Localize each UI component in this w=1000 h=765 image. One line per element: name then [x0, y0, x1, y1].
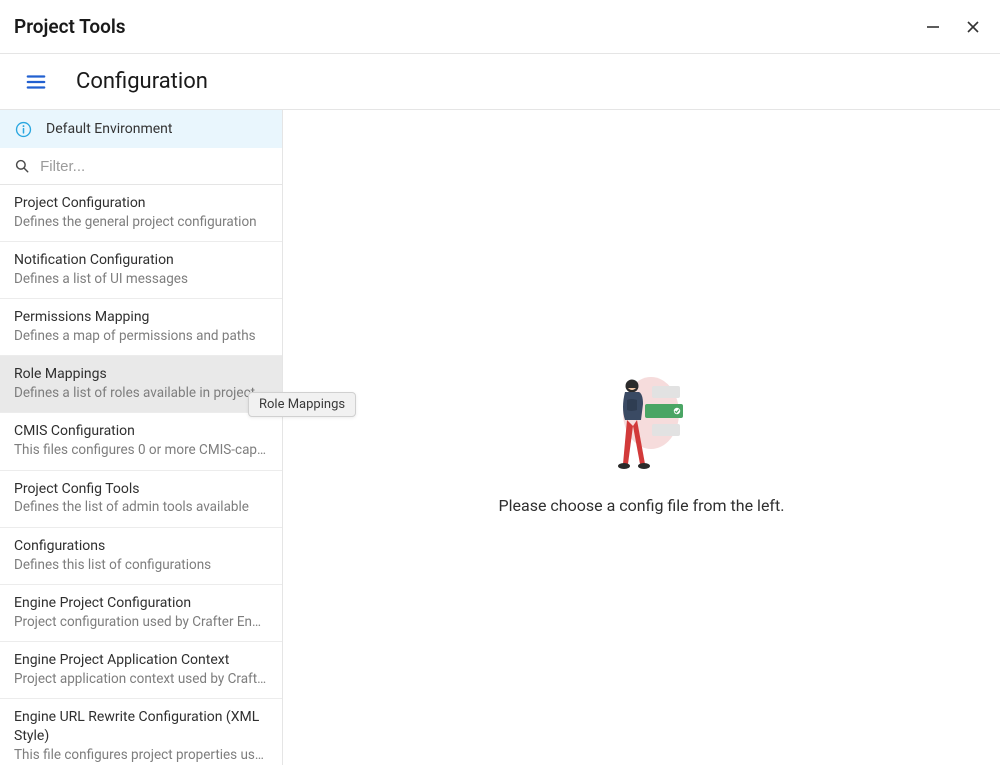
main-panel: Please choose a config file from the lef… [283, 110, 1000, 765]
config-item-desc: Defines a list of roles available in pro… [14, 384, 268, 402]
config-item-title: Configurations [14, 537, 268, 556]
minimize-button[interactable] [924, 18, 942, 36]
window-controls [924, 18, 982, 36]
menu-icon[interactable] [24, 70, 48, 94]
config-item-engine-project-application-context[interactable]: Engine Project Application Context Proje… [0, 642, 282, 699]
config-item-title: Notification Configuration [14, 251, 268, 270]
empty-state-text: Please choose a config file from the lef… [499, 496, 785, 515]
config-item-desc: Defines this list of configurations [14, 556, 268, 574]
config-item-desc: This file configures project properties … [14, 746, 268, 764]
config-item-project-config-tools[interactable]: Project Config Tools Defines the list of… [0, 471, 282, 528]
config-item-desc: Project application context used by Craf… [14, 670, 268, 688]
config-item-engine-project-configuration[interactable]: Engine Project Configuration Project con… [0, 585, 282, 642]
info-icon [14, 120, 32, 138]
config-item-notification-configuration[interactable]: Notification Configuration Defines a lis… [0, 242, 282, 299]
search-icon [14, 157, 30, 175]
config-item-title: Project Config Tools [14, 480, 268, 499]
window-title: Project Tools [14, 15, 126, 38]
config-item-project-configuration[interactable]: Project Configuration Defines the genera… [0, 185, 282, 242]
config-list: Project Configuration Defines the genera… [0, 185, 282, 765]
config-item-role-mappings[interactable]: Role Mappings Defines a list of roles av… [0, 356, 282, 413]
config-item-desc: Defines the general project configuratio… [14, 213, 268, 231]
config-item-desc: Defines the list of admin tools availabl… [14, 498, 268, 516]
titlebar: Project Tools [0, 0, 1000, 54]
filter-row [0, 148, 282, 185]
config-item-title: Role Mappings [14, 365, 268, 384]
config-item-desc: Defines a list of UI messages [14, 270, 268, 288]
page-header: Configuration [0, 54, 1000, 110]
config-item-desc: Project configuration used by Crafter En… [14, 613, 268, 631]
config-item-cmis-configuration[interactable]: CMIS Configuration This files configures… [0, 413, 282, 470]
filter-input[interactable] [40, 158, 268, 175]
config-item-title: CMIS Configuration [14, 422, 268, 441]
config-item-engine-url-rewrite-configuration[interactable]: Engine URL Rewrite Configuration (XML St… [0, 699, 282, 765]
config-item-title: Engine Project Configuration [14, 594, 268, 613]
config-item-permissions-mapping[interactable]: Permissions Mapping Defines a map of per… [0, 299, 282, 356]
close-button[interactable] [964, 18, 982, 36]
config-item-title: Project Configuration [14, 194, 268, 213]
empty-state-illustration [597, 368, 687, 478]
config-item-configurations[interactable]: Configurations Defines this list of conf… [0, 528, 282, 585]
config-item-title: Permissions Mapping [14, 308, 268, 327]
environment-label: Default Environment [46, 121, 172, 137]
sidebar: Default Environment Project Configuratio… [0, 110, 283, 765]
config-item-desc: This files configures 0 or more CMIS-cap… [14, 441, 268, 459]
config-item-title: Engine URL Rewrite Configuration (XML St… [14, 708, 268, 746]
config-item-desc: Defines a map of permissions and paths [14, 327, 268, 345]
page-title: Configuration [76, 69, 208, 94]
config-item-title: Engine Project Application Context [14, 651, 268, 670]
environment-banner: Default Environment [0, 110, 282, 148]
